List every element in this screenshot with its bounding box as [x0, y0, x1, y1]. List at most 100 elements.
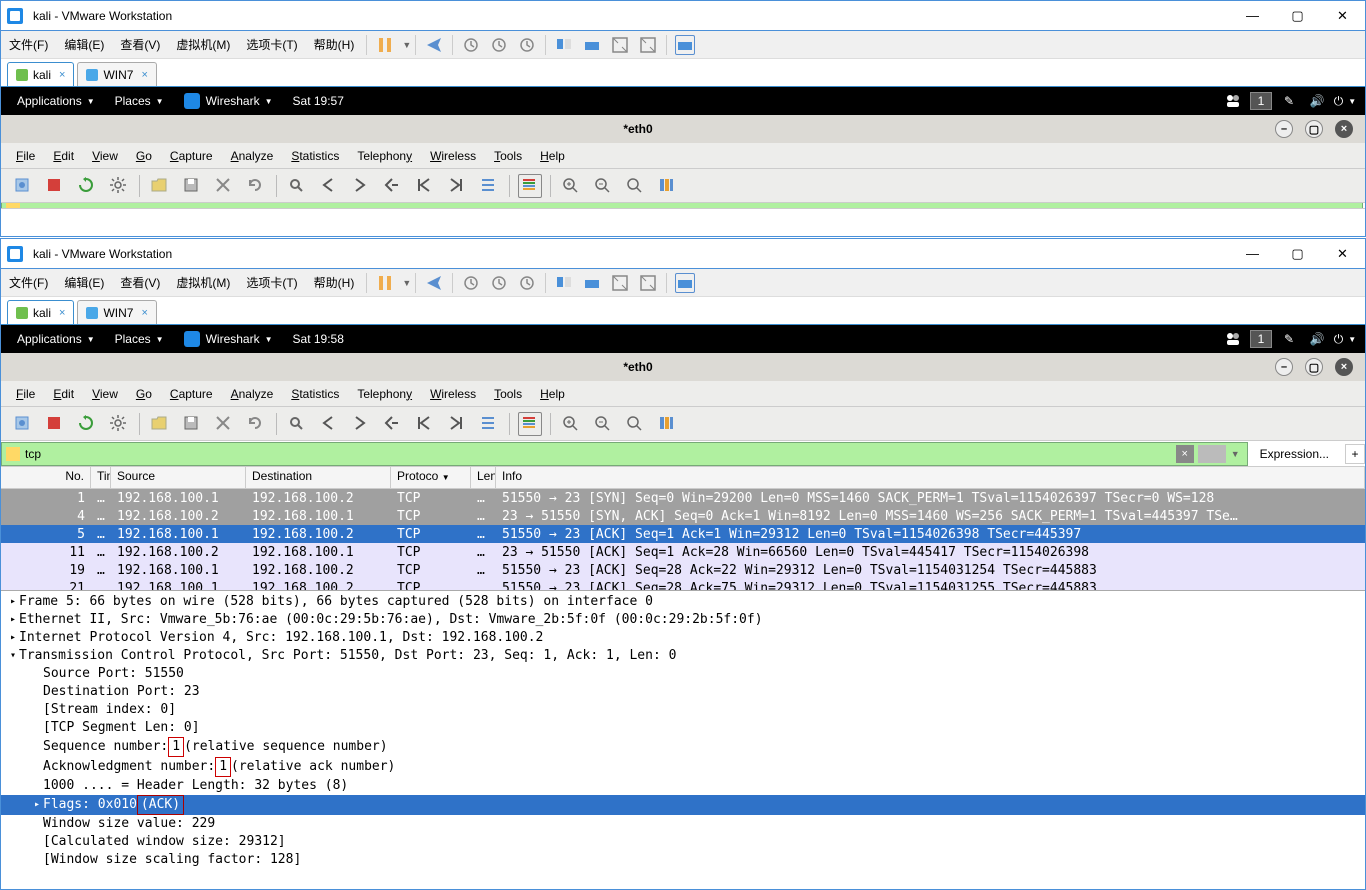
pause-icon[interactable]: [375, 273, 395, 293]
tab-win7[interactable]: WIN7×: [77, 62, 156, 86]
workspace-indicator[interactable]: 1: [1250, 92, 1272, 110]
titlebar[interactable]: kali - VMware Workstation — ▢ ✕: [1, 1, 1365, 31]
packet-row[interactable]: 5…192.168.100.1192.168.100.2TCP…51550 → …: [1, 525, 1365, 543]
goto-icon[interactable]: [381, 412, 405, 436]
unity-icon[interactable]: [610, 35, 630, 55]
tab-kali[interactable]: kali×: [7, 300, 74, 324]
snapshot-icon[interactable]: [461, 35, 481, 55]
volume-icon[interactable]: 🔊: [1309, 93, 1325, 109]
col-info[interactable]: Info: [496, 467, 1365, 488]
menu-capture[interactable]: Capture: [161, 387, 222, 401]
menu-tab[interactable]: 选项卡(T): [238, 269, 305, 297]
tcp-segment-len[interactable]: [TCP Segment Len: 0]: [1, 719, 1365, 737]
menu-statistics[interactable]: Statistics: [282, 387, 348, 401]
menu-edit[interactable]: Edit: [44, 387, 83, 401]
app-wireshark[interactable]: Wireshark▼: [174, 93, 283, 109]
titlebar[interactable]: kali - VMware Workstation — ▢ ✕: [1, 239, 1365, 269]
expression-button[interactable]: Expression...: [1250, 447, 1339, 461]
clock[interactable]: Sat 19:57: [283, 94, 1219, 108]
console-icon[interactable]: [675, 35, 695, 55]
close-tab-icon[interactable]: ×: [59, 69, 65, 81]
close-tab-icon[interactable]: ×: [59, 307, 65, 319]
colorize-icon[interactable]: [518, 174, 542, 198]
applications-menu[interactable]: Applications▼: [7, 332, 105, 346]
power-icon[interactable]: ⏻▼: [1337, 93, 1353, 109]
menu-wireless[interactable]: Wireless: [421, 149, 485, 163]
close-button[interactable]: ✕: [1320, 1, 1365, 30]
send-icon[interactable]: [424, 273, 444, 293]
menu-help[interactable]: 帮助(H): [306, 31, 363, 59]
unity-icon[interactable]: [610, 273, 630, 293]
tcp-scaling-factor[interactable]: [Window size scaling factor: 128]: [1, 851, 1365, 869]
tcp-ack-number[interactable]: Acknowledgment number: 1 (relative ack n…: [1, 757, 1365, 777]
packet-details[interactable]: ▸Frame 5: 66 bytes on wire (528 bits), 6…: [1, 591, 1365, 889]
tcp-seq-number[interactable]: Sequence number: 1 (relative sequence nu…: [1, 737, 1365, 757]
packet-row[interactable]: 4…192.168.100.2192.168.100.1TCP…23 → 515…: [1, 507, 1365, 525]
zoom-in-icon[interactable]: [559, 412, 583, 436]
fullscreen-icon[interactable]: [638, 273, 658, 293]
add-filter-button[interactable]: +: [1345, 444, 1365, 464]
menu-view[interactable]: View: [83, 149, 127, 163]
menu-edit[interactable]: Edit: [44, 149, 83, 163]
tcp-stream-index[interactable]: [Stream index: 0]: [1, 701, 1365, 719]
close-button[interactable]: ✕: [1320, 239, 1365, 268]
tree-ethernet[interactable]: ▸Ethernet II, Src: Vmware_5b:76:ae (00:0…: [1, 611, 1365, 629]
menu-edit[interactable]: 编辑(E): [56, 269, 112, 297]
menu-vm[interactable]: 虚拟机(M): [168, 269, 238, 297]
packet-row[interactable]: 19…192.168.100.1192.168.100.2TCP…51550 →…: [1, 561, 1365, 579]
zoom-out-icon[interactable]: [591, 174, 615, 198]
menu-help[interactable]: Help: [531, 387, 574, 401]
next-icon[interactable]: [349, 174, 373, 198]
next-icon[interactable]: [349, 412, 373, 436]
goto-icon[interactable]: [381, 174, 405, 198]
packet-list[interactable]: 1…192.168.100.1192.168.100.2TCP…51550 → …: [1, 489, 1365, 591]
menu-help[interactable]: 帮助(H): [306, 269, 363, 297]
col-protocol[interactable]: Protoco ▼: [391, 467, 471, 488]
options-icon[interactable]: [107, 174, 131, 198]
places-menu[interactable]: Places▼: [105, 332, 174, 346]
save-icon[interactable]: [180, 412, 204, 436]
filter-bar[interactable]: [1, 203, 1365, 209]
users-icon[interactable]: [1225, 93, 1241, 109]
packet-row[interactable]: 1…192.168.100.1192.168.100.2TCP…51550 → …: [1, 489, 1365, 507]
col-no[interactable]: No.: [1, 467, 91, 488]
menu-statistics[interactable]: Statistics: [282, 149, 348, 163]
menu-go[interactable]: Go: [127, 149, 161, 163]
display-filter-input[interactable]: tcp × ▼: [1, 442, 1248, 466]
tree-ip[interactable]: ▸Internet Protocol Version 4, Src: 192.1…: [1, 629, 1365, 647]
last-icon[interactable]: [445, 412, 469, 436]
clock[interactable]: Sat 19:58: [283, 332, 1219, 346]
col-time[interactable]: Tim: [91, 467, 111, 488]
stop-capture-icon[interactable]: [43, 174, 67, 198]
users-icon[interactable]: [1225, 331, 1241, 347]
menu-capture[interactable]: Capture: [161, 149, 222, 163]
close-button[interactable]: ×: [1335, 358, 1353, 376]
autoscroll-icon[interactable]: [477, 174, 501, 198]
menu-tab[interactable]: 选项卡(T): [238, 31, 305, 59]
col-length[interactable]: Len: [471, 467, 496, 488]
close-tab-icon[interactable]: ×: [141, 69, 147, 81]
save-icon[interactable]: [180, 174, 204, 198]
tree-tcp[interactable]: ▾Transmission Control Protocol, Src Port…: [1, 647, 1365, 665]
prev-icon[interactable]: [317, 174, 341, 198]
zoom-reset-icon[interactable]: [623, 174, 647, 198]
colorize-icon[interactable]: [518, 412, 542, 436]
restart-capture-icon[interactable]: [75, 174, 99, 198]
screen-icon[interactable]: [554, 35, 574, 55]
tcp-window-size[interactable]: Window size value: 229: [1, 815, 1365, 833]
menu-file[interactable]: 文件(F): [1, 31, 56, 59]
snapshot-icon[interactable]: [461, 273, 481, 293]
brush-icon[interactable]: ✎: [1281, 93, 1297, 109]
menu-wireless[interactable]: Wireless: [421, 387, 485, 401]
columns-icon[interactable]: [655, 174, 679, 198]
columns-icon[interactable]: [655, 412, 679, 436]
snapshot-icon[interactable]: [489, 35, 509, 55]
menu-file[interactable]: File: [7, 387, 44, 401]
first-icon[interactable]: [413, 412, 437, 436]
tree-frame[interactable]: ▸Frame 5: 66 bytes on wire (528 bits), 6…: [1, 593, 1365, 611]
workspace-indicator[interactable]: 1: [1250, 330, 1272, 348]
menu-file[interactable]: 文件(F): [1, 269, 56, 297]
maximize-button[interactable]: ▢: [1275, 239, 1320, 268]
prev-icon[interactable]: [317, 412, 341, 436]
options-icon[interactable]: [107, 412, 131, 436]
